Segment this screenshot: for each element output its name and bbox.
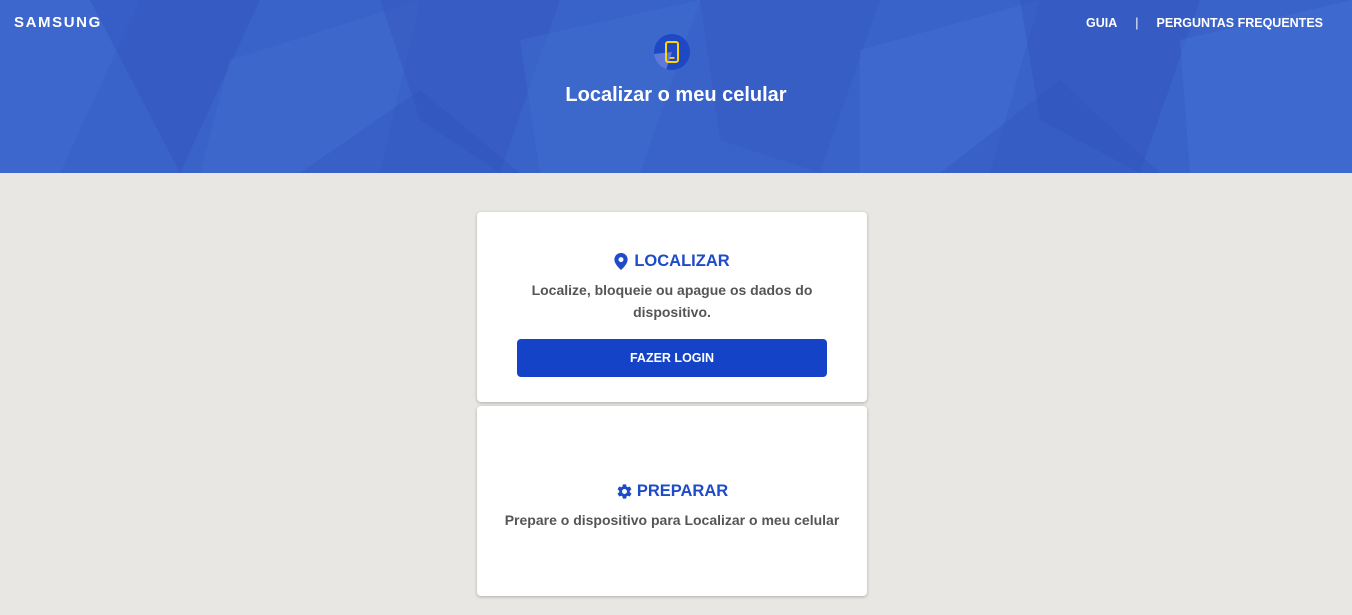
nav-link-perguntas-frequentes[interactable]: PERGUNTAS FREQUENTES <box>1157 16 1323 30</box>
page-title: Localizar o meu celular <box>565 84 787 106</box>
prepare-card-description: Prepare o dispositivo para Localizar o m… <box>504 512 840 528</box>
header: SAMSUNG GUIA | PERGUNTAS FREQUENTES Loca… <box>0 0 1352 173</box>
prepare-card[interactable]: PREPARAR Prepare o dispositivo para Loca… <box>477 406 867 596</box>
nav-separator: | <box>1135 16 1139 30</box>
locate-card-title: LOCALIZAR <box>634 252 730 270</box>
top-nav: GUIA | PERGUNTAS FREQUENTES <box>1086 16 1323 30</box>
location-pin-icon <box>614 253 628 270</box>
samsung-logo[interactable]: SAMSUNG <box>14 14 102 31</box>
phone-icon <box>654 34 690 70</box>
login-button[interactable]: FAZER LOGIN <box>517 339 827 377</box>
prepare-card-title: PREPARAR <box>636 482 729 500</box>
gear-icon <box>617 484 632 499</box>
nav-link-guia[interactable]: GUIA <box>1086 16 1117 30</box>
locate-card-header: LOCALIZAR <box>477 252 867 271</box>
locate-card: LOCALIZAR Localize, bloqueie ou apague o… <box>477 212 867 402</box>
prepare-card-header: PREPARAR <box>477 482 867 501</box>
locate-card-description: Localize, bloqueie ou apague os dados do… <box>531 282 813 320</box>
